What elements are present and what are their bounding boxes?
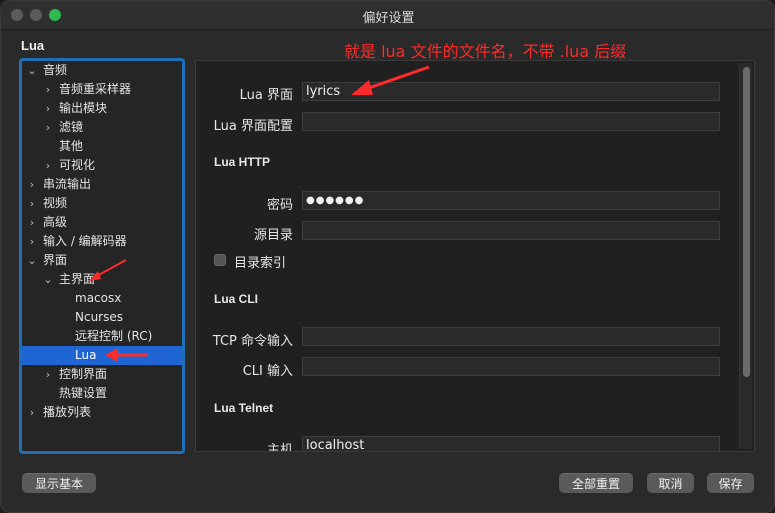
cli-input-field[interactable] <box>302 357 720 376</box>
annotation-text: 就是 lua 文件的文件名，不带 .lua 后缀 <box>344 42 627 61</box>
chevron-down-icon[interactable]: ⌄ <box>26 251 38 270</box>
directory-index-checkbox[interactable] <box>214 254 226 266</box>
title-bar: 偏好设置 <box>1 1 774 30</box>
lua-config-input[interactable] <box>302 112 720 131</box>
password-label: 密码 <box>266 198 293 213</box>
host-label: 主机 <box>266 443 293 452</box>
tcp-command-input[interactable] <box>302 327 720 346</box>
tree-item-label: 主界面 <box>59 272 96 286</box>
chevron-down-icon[interactable]: ⌄ <box>26 61 38 80</box>
tcp-command-label: TCP 命令输入 <box>212 334 293 349</box>
tree-item-lua[interactable]: Lua <box>22 346 182 365</box>
lua-interface-label: Lua 界面 <box>239 88 293 103</box>
tree-item-label: macosx <box>75 291 122 305</box>
directory-index-label: 目录索引 <box>234 256 287 271</box>
chevron-right-icon[interactable]: › <box>26 213 38 232</box>
chevron-right-icon[interactable]: › <box>26 175 38 194</box>
source-dir-label: 源目录 <box>253 228 293 243</box>
group-title-cli: Lua CLI <box>214 292 258 306</box>
settings-panel: Lua 界面 lyrics Lua 界面配置 Lua HTTP 密码 ●●●●●… <box>195 60 755 452</box>
tree-item-label: 输入 / 编解码器 <box>43 234 127 248</box>
chevron-right-icon[interactable]: › <box>42 80 54 99</box>
reset-all-button[interactable]: 全部重置 <box>559 473 633 493</box>
chevron-right-icon[interactable]: › <box>42 365 54 384</box>
tree-item-label: 音频 <box>43 63 68 77</box>
tree-item-label: 控制界面 <box>59 367 108 381</box>
section-title: Lua <box>21 38 45 53</box>
chevron-right-icon[interactable]: › <box>26 194 38 213</box>
tree-item-label: Lua <box>75 348 97 362</box>
window-title: 偏好设置 <box>362 11 415 26</box>
tree-item-label: 界面 <box>43 253 68 267</box>
show-basic-button[interactable]: 显示基本 <box>22 473 96 493</box>
group-title-http: Lua HTTP <box>214 155 270 169</box>
tree-item-rc[interactable]: 远程控制 (RC) <box>75 327 152 346</box>
cli-input-label: CLI 输入 <box>242 364 293 379</box>
tree-item-label: 音频重采样器 <box>59 82 132 96</box>
lua-config-label: Lua 界面配置 <box>213 119 293 134</box>
tree-item-label: 滤镜 <box>59 120 84 134</box>
chevron-right-icon[interactable]: › <box>42 99 54 118</box>
tree-item-label: 可视化 <box>59 158 96 172</box>
tree-item-label: 热键设置 <box>59 386 108 400</box>
chevron-right-icon[interactable]: › <box>26 403 38 422</box>
host-input[interactable]: localhost <box>302 436 720 451</box>
tree-item-label: 远程控制 (RC) <box>75 329 153 343</box>
tree-item-label: 串流输出 <box>43 177 92 191</box>
password-input[interactable]: ●●●●●● <box>302 191 720 210</box>
chevron-right-icon[interactable]: › <box>42 118 54 137</box>
tree-item-label: Ncurses <box>75 310 123 324</box>
scrollbar-thumb[interactable] <box>743 67 750 377</box>
chevron-right-icon[interactable]: › <box>26 232 38 251</box>
preferences-window: 偏好设置 Lua 就是 lua 文件的文件名，不带 .lua 后缀 ⌄ 音频 ›… <box>0 0 775 513</box>
source-dir-input[interactable] <box>302 221 720 240</box>
tree-item-label: 高级 <box>43 215 68 229</box>
tree-item-label: 其他 <box>59 139 84 153</box>
settings-tree: ⌄ 音频 › 音频重采样器 › 输出模块 › 滤镜 其他 › 可视化 › 串流输… <box>19 58 185 454</box>
tree-item-macosx[interactable]: macosx <box>75 289 121 308</box>
tree-item-ncurses[interactable]: Ncurses <box>75 308 123 327</box>
tree-item-label: 视频 <box>43 196 68 210</box>
tree-item-label: 输出模块 <box>59 101 108 115</box>
tree-item-label: 播放列表 <box>43 405 92 419</box>
chevron-down-icon[interactable]: ⌄ <box>42 270 54 289</box>
lua-interface-input[interactable]: lyrics <box>302 82 720 101</box>
cancel-button[interactable]: 取消 <box>647 473 694 493</box>
vertical-scrollbar[interactable] <box>739 63 752 449</box>
chevron-right-icon[interactable]: › <box>42 156 54 175</box>
group-title-telnet: Lua Telnet <box>214 401 274 415</box>
save-button[interactable]: 保存 <box>707 473 754 493</box>
